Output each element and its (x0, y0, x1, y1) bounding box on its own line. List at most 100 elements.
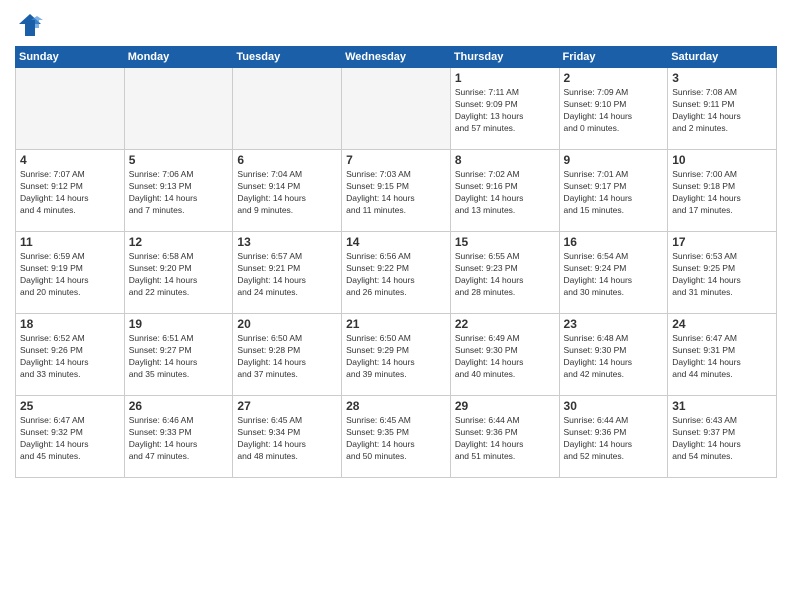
day-number: 8 (455, 153, 555, 167)
day-info: Sunrise: 6:44 AM Sunset: 9:36 PM Dayligh… (455, 415, 555, 463)
page: SundayMondayTuesdayWednesdayThursdayFrid… (0, 0, 792, 612)
day-info: Sunrise: 7:04 AM Sunset: 9:14 PM Dayligh… (237, 169, 337, 217)
day-info: Sunrise: 6:55 AM Sunset: 9:23 PM Dayligh… (455, 251, 555, 299)
day-info: Sunrise: 6:59 AM Sunset: 9:19 PM Dayligh… (20, 251, 120, 299)
calendar-cell (16, 68, 125, 150)
day-info: Sunrise: 6:47 AM Sunset: 9:31 PM Dayligh… (672, 333, 772, 381)
day-number: 7 (346, 153, 446, 167)
day-header-thursday: Thursday (450, 47, 559, 68)
day-number: 19 (129, 317, 229, 331)
day-number: 30 (564, 399, 664, 413)
calendar-cell (342, 68, 451, 150)
day-number: 24 (672, 317, 772, 331)
day-number: 10 (672, 153, 772, 167)
day-info: Sunrise: 6:49 AM Sunset: 9:30 PM Dayligh… (455, 333, 555, 381)
day-info: Sunrise: 7:02 AM Sunset: 9:16 PM Dayligh… (455, 169, 555, 217)
day-header-sunday: Sunday (16, 47, 125, 68)
day-header-tuesday: Tuesday (233, 47, 342, 68)
calendar-cell: 28 Sunrise: 6:45 AM Sunset: 9:35 PM Dayli… (342, 396, 451, 478)
day-info: Sunrise: 6:56 AM Sunset: 9:22 PM Dayligh… (346, 251, 446, 299)
day-number: 13 (237, 235, 337, 249)
calendar-week-2: 11Sunrise: 6:59 AM Sunset: 9:19 PM Dayli… (16, 232, 777, 314)
day-info: Sunrise: 7:11 AM Sunset: 9:09 PM Dayligh… (455, 87, 555, 135)
calendar-cell: 30Sunrise: 6:44 AM Sunset: 9:36 PM Dayli… (559, 396, 668, 478)
calendar-cell: 5 Sunrise: 7:06 AM Sunset: 9:13 PM Daylig… (124, 150, 233, 232)
calendar-table: SundayMondayTuesdayWednesdayThursdayFrid… (15, 46, 777, 478)
day-info: Sunrise: 6:50 AM Sunset: 9:29 PM Dayligh… (346, 333, 446, 381)
calendar-week-3: 18 Sunrise: 6:52 AM Sunset: 9:26 PM Dayli… (16, 314, 777, 396)
day-header-friday: Friday (559, 47, 668, 68)
day-info: Sunrise: 6:45 AM Sunset: 9:34 PM Dayligh… (237, 415, 337, 463)
day-info: Sunrise: 7:06 AM Sunset: 9:13 PM Dayligh… (129, 169, 229, 217)
day-info: Sunrise: 6:53 AM Sunset: 9:25 PM Dayligh… (672, 251, 772, 299)
calendar-header-row: SundayMondayTuesdayWednesdayThursdayFrid… (16, 47, 777, 68)
day-info: Sunrise: 6:57 AM Sunset: 9:21 PM Dayligh… (237, 251, 337, 299)
logo-icon (15, 10, 45, 40)
day-info: Sunrise: 6:51 AM Sunset: 9:27 PM Dayligh… (129, 333, 229, 381)
day-number: 18 (20, 317, 120, 331)
day-info: Sunrise: 6:43 AM Sunset: 9:37 PM Dayligh… (672, 415, 772, 463)
day-number: 20 (237, 317, 337, 331)
day-number: 23 (564, 317, 664, 331)
day-info: Sunrise: 7:03 AM Sunset: 9:15 PM Dayligh… (346, 169, 446, 217)
calendar-cell: 31 Sunrise: 6:43 AM Sunset: 9:37 PM Dayli… (668, 396, 777, 478)
calendar-cell: 6 Sunrise: 7:04 AM Sunset: 9:14 PM Daylig… (233, 150, 342, 232)
calendar-cell: 25 Sunrise: 6:47 AM Sunset: 9:32 PM Dayli… (16, 396, 125, 478)
day-number: 14 (346, 235, 446, 249)
day-info: Sunrise: 6:52 AM Sunset: 9:26 PM Dayligh… (20, 333, 120, 381)
day-info: Sunrise: 7:08 AM Sunset: 9:11 PM Dayligh… (672, 87, 772, 135)
day-number: 31 (672, 399, 772, 413)
day-number: 17 (672, 235, 772, 249)
calendar-cell: 29 Sunrise: 6:44 AM Sunset: 9:36 PM Dayli… (450, 396, 559, 478)
day-info: Sunrise: 6:54 AM Sunset: 9:24 PM Dayligh… (564, 251, 664, 299)
day-info: Sunrise: 6:48 AM Sunset: 9:30 PM Dayligh… (564, 333, 664, 381)
calendar-cell: 12Sunrise: 6:58 AM Sunset: 9:20 PM Dayli… (124, 232, 233, 314)
header (15, 10, 777, 40)
day-number: 5 (129, 153, 229, 167)
day-number: 28 (346, 399, 446, 413)
day-number: 15 (455, 235, 555, 249)
calendar-cell: 16Sunrise: 6:54 AM Sunset: 9:24 PM Dayli… (559, 232, 668, 314)
day-info: Sunrise: 7:00 AM Sunset: 9:18 PM Dayligh… (672, 169, 772, 217)
day-header-wednesday: Wednesday (342, 47, 451, 68)
calendar-cell: 22 Sunrise: 6:49 AM Sunset: 9:30 PM Dayli… (450, 314, 559, 396)
calendar-cell: 7 Sunrise: 7:03 AM Sunset: 9:15 PM Daylig… (342, 150, 451, 232)
day-info: Sunrise: 6:47 AM Sunset: 9:32 PM Dayligh… (20, 415, 120, 463)
day-info: Sunrise: 7:09 AM Sunset: 9:10 PM Dayligh… (564, 87, 664, 135)
day-info: Sunrise: 6:45 AM Sunset: 9:35 PM Dayligh… (346, 415, 446, 463)
day-number: 4 (20, 153, 120, 167)
calendar-cell: 14 Sunrise: 6:56 AM Sunset: 9:22 PM Dayli… (342, 232, 451, 314)
calendar-cell: 8 Sunrise: 7:02 AM Sunset: 9:16 PM Daylig… (450, 150, 559, 232)
calendar-cell (233, 68, 342, 150)
calendar-week-4: 25 Sunrise: 6:47 AM Sunset: 9:32 PM Dayli… (16, 396, 777, 478)
day-number: 3 (672, 71, 772, 85)
day-info: Sunrise: 7:01 AM Sunset: 9:17 PM Dayligh… (564, 169, 664, 217)
day-number: 6 (237, 153, 337, 167)
day-info: Sunrise: 6:50 AM Sunset: 9:28 PM Dayligh… (237, 333, 337, 381)
calendar-cell (124, 68, 233, 150)
calendar-cell: 17 Sunrise: 6:53 AM Sunset: 9:25 PM Dayli… (668, 232, 777, 314)
calendar-cell: 26 Sunrise: 6:46 AM Sunset: 9:33 PM Dayli… (124, 396, 233, 478)
day-number: 29 (455, 399, 555, 413)
day-header-saturday: Saturday (668, 47, 777, 68)
day-number: 9 (564, 153, 664, 167)
day-number: 2 (564, 71, 664, 85)
calendar-cell: 15 Sunrise: 6:55 AM Sunset: 9:23 PM Dayli… (450, 232, 559, 314)
calendar-cell: 27 Sunrise: 6:45 AM Sunset: 9:34 PM Dayli… (233, 396, 342, 478)
calendar-cell: 9 Sunrise: 7:01 AM Sunset: 9:17 PM Daylig… (559, 150, 668, 232)
calendar-cell: 23 Sunrise: 6:48 AM Sunset: 9:30 PM Dayli… (559, 314, 668, 396)
calendar-cell: 11Sunrise: 6:59 AM Sunset: 9:19 PM Dayli… (16, 232, 125, 314)
calendar-cell: 18 Sunrise: 6:52 AM Sunset: 9:26 PM Dayli… (16, 314, 125, 396)
day-header-monday: Monday (124, 47, 233, 68)
day-number: 22 (455, 317, 555, 331)
day-number: 26 (129, 399, 229, 413)
calendar-week-0: 1Sunrise: 7:11 AM Sunset: 9:09 PM Daylig… (16, 68, 777, 150)
day-info: Sunrise: 6:58 AM Sunset: 9:20 PM Dayligh… (129, 251, 229, 299)
calendar-cell: 24 Sunrise: 6:47 AM Sunset: 9:31 PM Dayli… (668, 314, 777, 396)
calendar-cell: 4Sunrise: 7:07 AM Sunset: 9:12 PM Daylig… (16, 150, 125, 232)
day-number: 27 (237, 399, 337, 413)
day-number: 25 (20, 399, 120, 413)
day-info: Sunrise: 6:46 AM Sunset: 9:33 PM Dayligh… (129, 415, 229, 463)
calendar-cell: 20 Sunrise: 6:50 AM Sunset: 9:28 PM Dayli… (233, 314, 342, 396)
calendar-cell: 2 Sunrise: 7:09 AM Sunset: 9:10 PM Daylig… (559, 68, 668, 150)
